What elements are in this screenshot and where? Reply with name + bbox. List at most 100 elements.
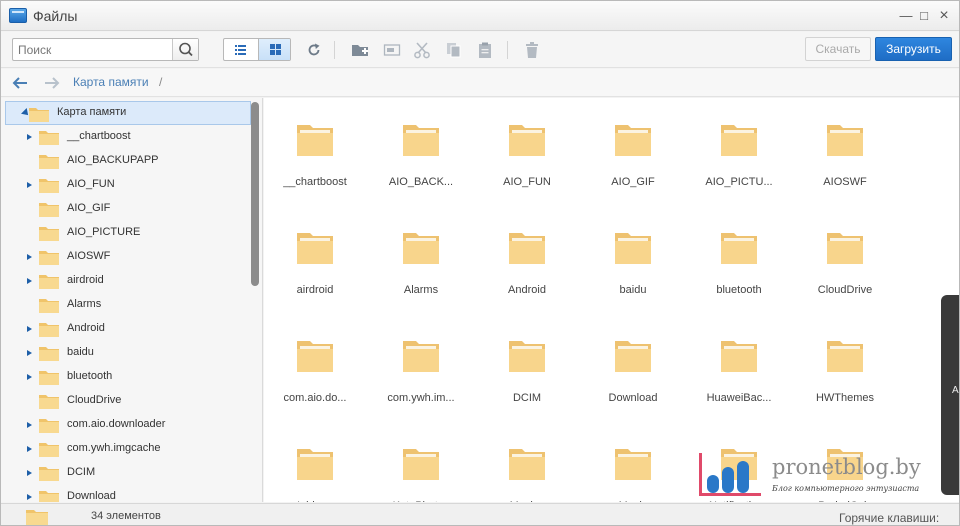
folder-item[interactable]: baidu — [583, 207, 683, 307]
folder-icon — [39, 227, 59, 241]
folder-item-label: Notifications — [689, 500, 789, 502]
expand-arrow-icon[interactable] — [27, 182, 32, 188]
folder-item[interactable]: airdroid — [265, 207, 365, 307]
expand-arrow-icon[interactable] — [27, 446, 32, 452]
folder-icon — [297, 341, 333, 372]
download-button[interactable]: Скачать — [805, 37, 871, 61]
folder-icon — [39, 467, 59, 481]
search-input[interactable] — [13, 39, 173, 60]
breadcrumb: Карта памяти / — [1, 69, 959, 97]
folder-icon — [615, 341, 651, 372]
tree-item[interactable]: AIOSWF — [1, 245, 249, 269]
status-bar: 34 элементов Горячие клавиши: — [1, 503, 959, 525]
expand-arrow-icon[interactable] — [27, 326, 32, 332]
folder-icon — [721, 233, 757, 264]
folder-item-label: AIOSWF — [823, 176, 867, 188]
hotkeys-link[interactable]: Горячие клавиши: — [839, 511, 939, 525]
expand-arrow-icon[interactable] — [27, 278, 32, 284]
tree-item[interactable]: com.ywh.imgcache — [1, 437, 249, 461]
expand-arrow-icon[interactable] — [27, 374, 32, 380]
minimize-button[interactable]: — — [897, 7, 915, 25]
breadcrumb-item-memory-card[interactable]: Карта памяти — [73, 75, 149, 89]
folder-item[interactable]: AIO_FUN — [477, 99, 577, 199]
tree-item[interactable]: CloudDrive — [1, 389, 249, 413]
tree-item-label: com.aio.downloader — [67, 418, 166, 430]
tree-item-label: __chartboost — [67, 130, 131, 142]
delete-icon[interactable] — [523, 41, 541, 59]
folder-item[interactable]: HuaweiBac... — [689, 315, 789, 415]
folder-item[interactable]: AIO_BACK... — [371, 99, 471, 199]
refresh-icon[interactable] — [305, 41, 323, 59]
tree-item[interactable]: com.aio.downloader — [1, 413, 249, 437]
folder-item[interactable]: CloudDrive — [795, 207, 895, 307]
folder-item[interactable]: DCIM — [477, 315, 577, 415]
list-view-button[interactable] — [224, 39, 257, 60]
tree-item[interactable]: __chartboost — [1, 125, 249, 149]
rename-icon[interactable] — [383, 41, 401, 59]
folder-app-icon — [9, 8, 27, 23]
folder-item[interactable]: Download — [583, 315, 683, 415]
expand-arrow-icon[interactable] — [27, 254, 32, 260]
tree-item[interactable]: AIO_GIF — [1, 197, 249, 221]
folder-item[interactable]: com.aio.do... — [265, 315, 365, 415]
file-manager-window: Файлы — □ × Поиск Скачать Загрузить Карт… — [0, 0, 960, 526]
folder-item[interactable]: KatePhotos — [371, 423, 471, 502]
search-button[interactable] — [172, 39, 198, 60]
close-button[interactable]: × — [935, 7, 953, 25]
folder-item[interactable]: bluetooth — [689, 207, 789, 307]
folder-item[interactable]: Movies — [477, 423, 577, 502]
tree-item[interactable]: airdroid — [1, 269, 249, 293]
paste-icon[interactable] — [476, 41, 494, 59]
tree-item[interactable]: Alarms — [1, 293, 249, 317]
toolbar-divider — [334, 41, 335, 59]
grid-view-button[interactable] — [258, 39, 290, 60]
tree-item-label: Download — [67, 490, 116, 502]
folder-item[interactable]: __chartboost — [265, 99, 365, 199]
tree-item-root[interactable]: Карта памяти — [5, 101, 251, 125]
maximize-button[interactable]: □ — [915, 7, 933, 25]
tree-item[interactable]: baidu — [1, 341, 249, 365]
folder-item[interactable]: AIO_PICTU... — [689, 99, 789, 199]
tree-item[interactable]: Android — [1, 317, 249, 341]
expand-arrow-icon[interactable] — [27, 422, 32, 428]
folder-item[interactable]: Music — [583, 423, 683, 502]
folder-icon — [39, 179, 59, 193]
cut-icon[interactable] — [413, 41, 431, 59]
expand-arrow-icon[interactable] — [27, 134, 32, 140]
copy-icon[interactable] — [445, 41, 463, 59]
folder-item-label: KatePhotos — [371, 500, 471, 502]
folder-item[interactable]: Android — [477, 207, 577, 307]
back-arrow-icon[interactable] — [11, 74, 29, 92]
expand-arrow-icon[interactable] — [27, 350, 32, 356]
folder-item[interactable]: com.ywh.im... — [371, 315, 471, 415]
expand-arrow-icon[interactable] — [27, 470, 32, 476]
new-folder-icon[interactable] — [351, 41, 369, 59]
search-icon — [179, 42, 193, 57]
tree-item[interactable]: bluetooth — [1, 365, 249, 389]
folder-icon — [721, 449, 757, 480]
folder-icon — [39, 443, 59, 457]
tree-item[interactable]: AIO_FUN — [1, 173, 249, 197]
tree-item[interactable]: Download — [1, 485, 249, 502]
folder-item[interactable]: Notifications — [689, 423, 789, 502]
tree-item[interactable]: AIO_PICTURE — [1, 221, 249, 245]
folder-item-label: airdroid — [296, 284, 334, 296]
folder-item[interactable]: Iuidoon — [265, 423, 365, 502]
folder-item[interactable]: PeriodCalc — [795, 423, 895, 502]
tree-item[interactable]: DCIM — [1, 461, 249, 485]
folder-item[interactable]: HWThemes — [795, 315, 895, 415]
folder-item[interactable]: Alarms — [371, 207, 471, 307]
expand-arrow-icon[interactable] — [27, 494, 32, 500]
folder-icon — [39, 275, 59, 289]
folder-item[interactable]: AIOSWF — [795, 99, 895, 199]
folder-icon — [615, 449, 651, 480]
tree-scrollbar[interactable] — [251, 102, 259, 286]
folder-item[interactable]: AIO_GIF — [583, 99, 683, 199]
folder-icon — [39, 131, 59, 145]
folder-icon — [509, 449, 545, 480]
folder-icon — [29, 108, 49, 122]
upload-button[interactable]: Загрузить — [875, 37, 952, 61]
forward-arrow-icon[interactable] — [43, 74, 61, 92]
grid-scrollbar[interactable] — [941, 295, 959, 495]
tree-item[interactable]: AIO_BACKUPAPP — [1, 149, 249, 173]
